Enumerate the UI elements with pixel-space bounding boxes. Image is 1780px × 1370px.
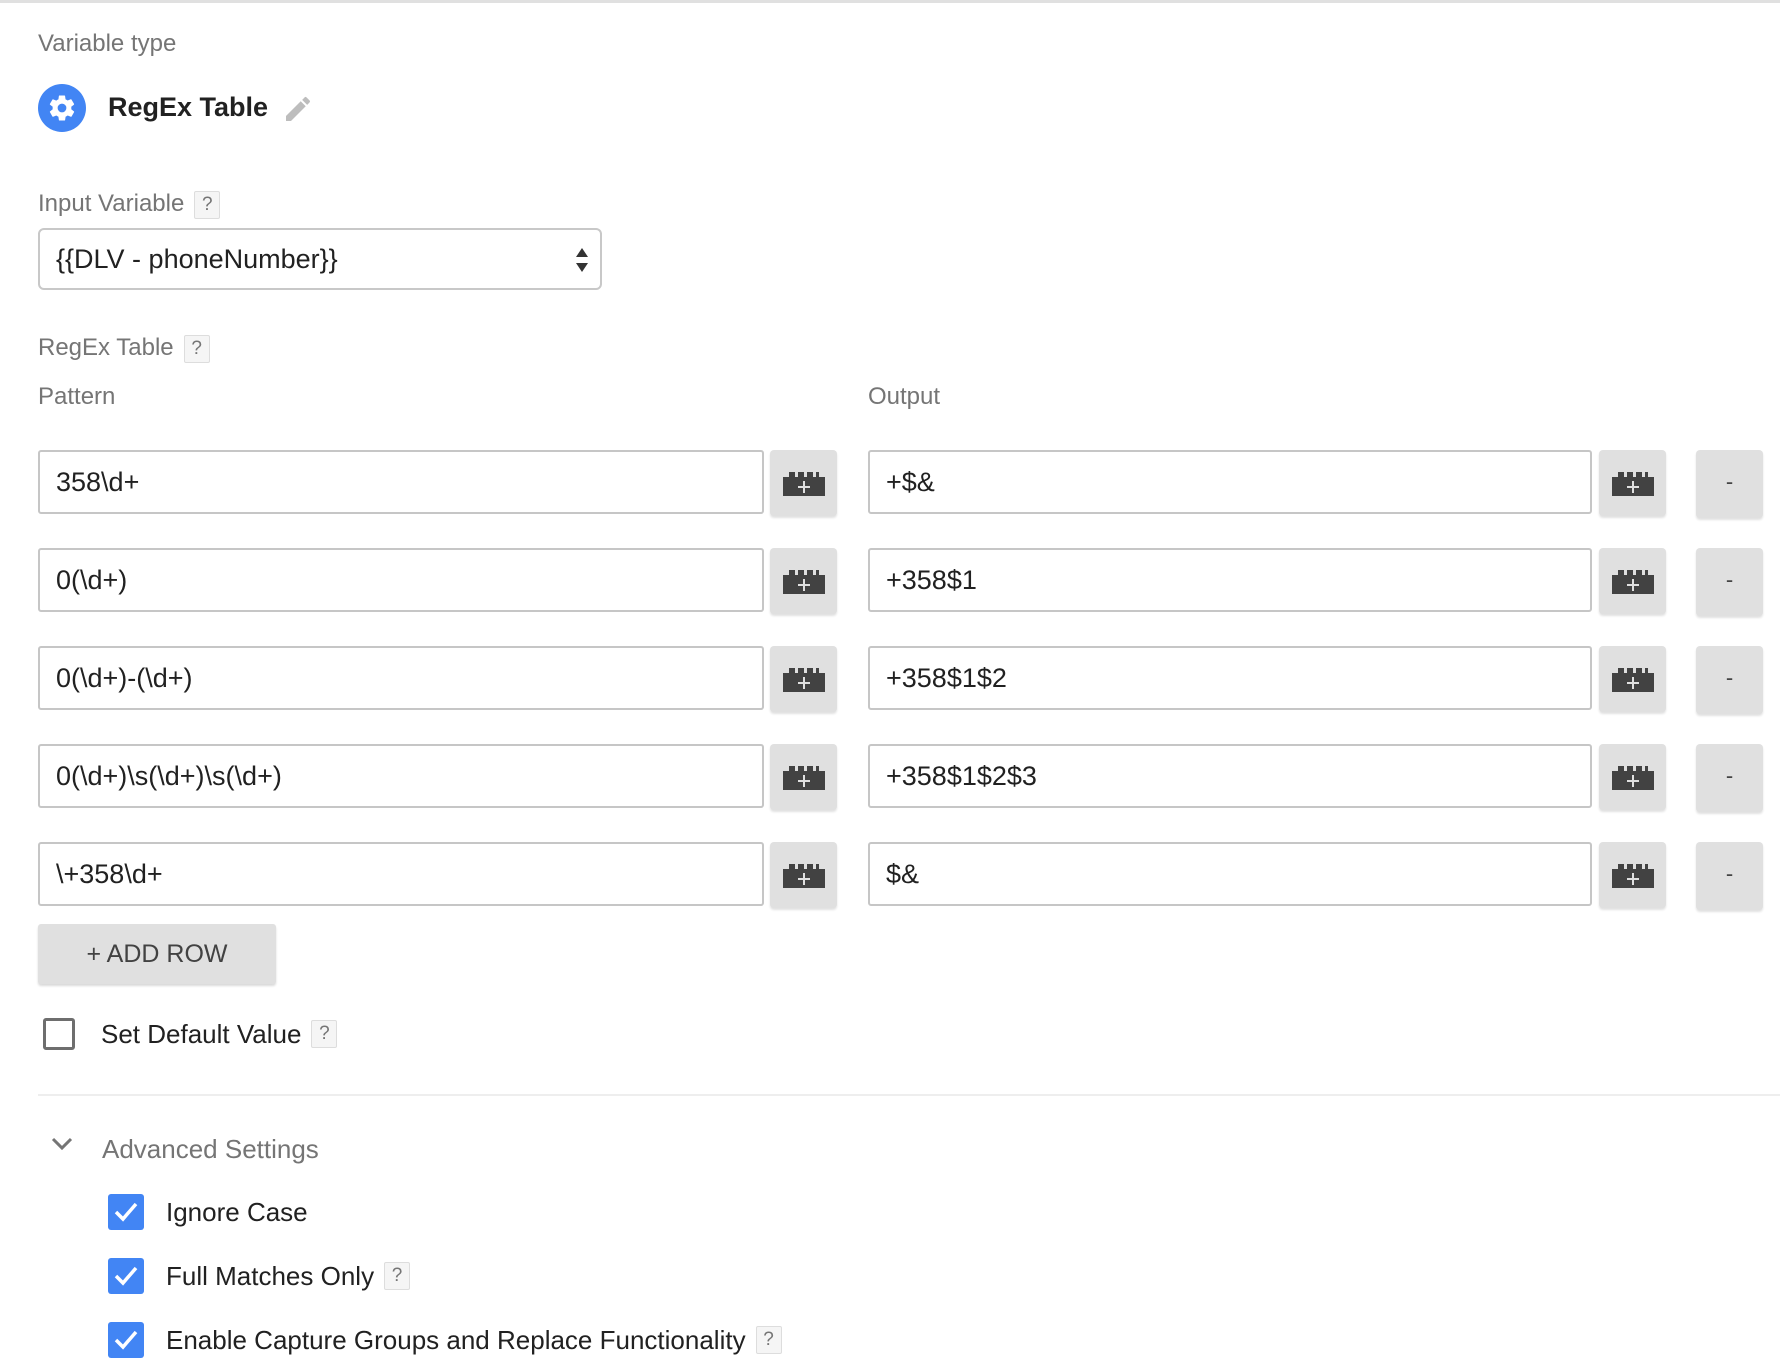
advanced-settings-toggle[interactable]: Advanced Settings: [102, 1134, 319, 1165]
advanced-option-checkbox[interactable]: [108, 1322, 144, 1358]
regex-table-label-text: RegEx Table: [38, 334, 174, 361]
remove-row-button[interactable]: -: [1696, 744, 1763, 812]
add-variable-brick-icon[interactable]: [770, 842, 837, 908]
checkmark-icon: [114, 1330, 138, 1350]
default-value-checkbox[interactable]: [43, 1018, 75, 1050]
pattern-input[interactable]: \+358\d+: [38, 842, 764, 906]
help-icon[interactable]: ?: [194, 190, 221, 219]
advanced-option-row: Full Matches Only?: [108, 1258, 411, 1294]
checkmark-icon: [114, 1266, 138, 1286]
top-divider: [0, 0, 1780, 3]
help-icon[interactable]: ?: [183, 334, 210, 363]
help-icon[interactable]: ?: [384, 1262, 411, 1290]
remove-row-button[interactable]: -: [1696, 548, 1763, 616]
advanced-option-label: Enable Capture Groups and Replace Functi…: [166, 1324, 746, 1355]
add-row-button[interactable]: + ADD ROW: [38, 924, 276, 984]
add-variable-brick-icon[interactable]: [1599, 450, 1666, 516]
input-variable-value: {{DLV - phoneNumber}}: [56, 244, 338, 274]
advanced-option-checkbox[interactable]: [108, 1194, 144, 1230]
checkmark-icon: [114, 1202, 138, 1222]
pattern-column-header: Pattern: [38, 383, 116, 410]
chevron-down-icon[interactable]: [50, 1136, 74, 1157]
help-icon[interactable]: ?: [755, 1326, 782, 1354]
add-variable-brick-icon[interactable]: [770, 744, 837, 810]
add-variable-brick-icon[interactable]: [1599, 744, 1666, 810]
output-column-header: Output: [868, 383, 941, 410]
select-arrows-icon: [576, 248, 588, 272]
pattern-input[interactable]: 0(\d+): [38, 548, 764, 612]
regex-table-label: RegEx Table?: [38, 334, 210, 363]
advanced-option-row: Enable Capture Groups and Replace Functi…: [108, 1322, 782, 1358]
pattern-input[interactable]: 0(\d+)-(\d+): [38, 646, 764, 710]
input-variable-select[interactable]: {{DLV - phoneNumber}}: [38, 228, 602, 290]
remove-row-button[interactable]: -: [1696, 842, 1763, 910]
output-input[interactable]: +358$1$2: [868, 646, 1592, 710]
add-variable-brick-icon[interactable]: [770, 548, 837, 614]
advanced-option-label: Ignore Case: [166, 1196, 308, 1227]
default-value-row: Set Default Value?: [43, 1018, 338, 1050]
input-variable-label-text: Input Variable: [38, 190, 185, 217]
remove-row-button[interactable]: -: [1696, 646, 1763, 714]
output-input[interactable]: +$&: [868, 450, 1592, 514]
add-variable-brick-icon[interactable]: [770, 450, 837, 516]
pencil-icon[interactable]: [282, 93, 314, 125]
remove-row-button[interactable]: -: [1696, 450, 1763, 518]
advanced-option-checkbox[interactable]: [108, 1258, 144, 1294]
output-input[interactable]: $&: [868, 842, 1592, 906]
add-variable-brick-icon[interactable]: [770, 646, 837, 712]
add-variable-brick-icon[interactable]: [1599, 646, 1666, 712]
gear-icon: [38, 84, 86, 132]
variable-type-name: RegEx Table: [108, 92, 269, 122]
add-variable-brick-icon[interactable]: [1599, 842, 1666, 908]
input-variable-label: Input Variable?: [38, 190, 221, 219]
output-input[interactable]: +358$1: [868, 548, 1592, 612]
add-variable-brick-icon[interactable]: [1599, 548, 1666, 614]
advanced-option-label: Full Matches Only: [166, 1260, 375, 1291]
variable-type-label: Variable type: [38, 30, 177, 57]
help-icon[interactable]: ?: [311, 1020, 338, 1048]
pattern-input[interactable]: 358\d+: [38, 450, 764, 514]
advanced-option-row: Ignore Case: [108, 1194, 308, 1230]
output-input[interactable]: +358$1$2$3: [868, 744, 1592, 808]
section-divider: [38, 1094, 1780, 1096]
pattern-input[interactable]: 0(\d+)\s(\d+)\s(\d+): [38, 744, 764, 808]
default-value-label: Set Default Value: [101, 1018, 302, 1049]
